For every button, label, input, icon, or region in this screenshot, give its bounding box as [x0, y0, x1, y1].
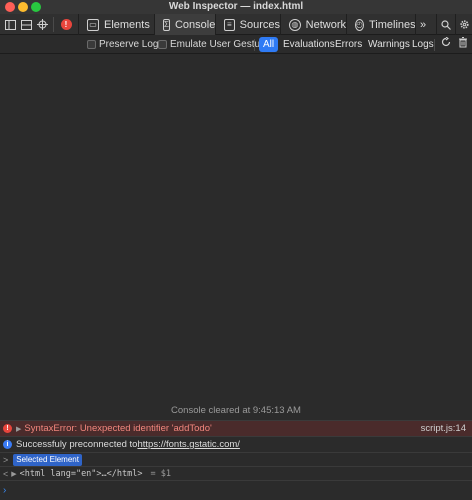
elements-icon: ▭: [87, 18, 99, 31]
trash-icon[interactable]: [456, 37, 470, 52]
tab-timelines[interactable]: ◴ Timelines: [346, 14, 416, 35]
tab-bar: ! ▭ Elements Σ Console ≡ Sources ◍ Netwo…: [0, 14, 472, 35]
info-icon: i: [3, 440, 12, 449]
console-element-output[interactable]: < ▶ <html lang="en">…</html> = $1: [0, 466, 472, 480]
gear-icon[interactable]: [455, 14, 472, 35]
input-chevron-icon: >: [3, 454, 9, 465]
preserve-log-checkbox[interactable]: [87, 40, 96, 49]
filter-evaluations-button[interactable]: Evaluations: [279, 37, 339, 52]
error-source-link[interactable]: script.js:14: [421, 423, 466, 434]
console-info-message: i Successfuly preconnected to https://fo…: [0, 436, 472, 452]
search-icon[interactable]: [436, 14, 454, 35]
disclosure-triangle-icon[interactable]: ▶: [16, 425, 21, 433]
emulate-user-gesture-checkbox[interactable]: [158, 40, 167, 49]
selected-element-badge: Selected Element: [13, 453, 82, 466]
filter-all-button[interactable]: All: [259, 37, 279, 52]
dock-side-icon[interactable]: [2, 14, 18, 35]
tab-network[interactable]: ◍ Network: [280, 14, 346, 35]
overflow-icon: »: [420, 18, 427, 31]
preconnect-link[interactable]: https://fonts.gstatic.com/: [137, 439, 239, 450]
element-variable: = $1: [150, 468, 171, 479]
prompt-chevron-icon: ›: [3, 485, 7, 496]
error-icon: !: [3, 424, 12, 433]
tab-elements[interactable]: ▭ Elements: [78, 14, 154, 35]
console-cleared-message: Console cleared at 9:45:13 AM: [171, 405, 301, 416]
expand-triangle-icon[interactable]: ▶: [11, 470, 16, 478]
title-bar: Web Inspector — index.html: [0, 0, 472, 14]
network-icon: ◍: [289, 18, 301, 31]
tab-sources[interactable]: ≡ Sources: [215, 14, 280, 35]
tab-overflow[interactable]: »: [415, 14, 434, 35]
error-text: SyntaxError: Unexpected identifier 'addT…: [24, 423, 212, 434]
reload-icon[interactable]: [439, 36, 453, 52]
sources-icon: ≡: [224, 18, 235, 31]
filter-warnings-button[interactable]: Warnings: [364, 37, 414, 52]
filter-errors-button[interactable]: Errors: [331, 37, 366, 52]
error-indicator[interactable]: !: [58, 14, 74, 35]
console-filter-bar: Preserve Log Emulate User Gesture All Ev…: [0, 35, 472, 54]
dock-bottom-icon[interactable]: [18, 14, 34, 35]
preserve-log-label[interactable]: Preserve Log: [99, 35, 158, 54]
element-picker-icon[interactable]: [34, 14, 50, 35]
output-chevron-icon: <: [3, 468, 9, 479]
tab-console[interactable]: Σ Console: [154, 14, 215, 35]
timelines-icon: ◴: [355, 18, 364, 31]
html-element-node[interactable]: <html lang="en">…</html>: [20, 469, 143, 479]
console-selected-element-row: > Selected Element: [0, 452, 472, 466]
console-error-message[interactable]: ! ▶ SyntaxError: Unexpected identifier '…: [0, 420, 472, 436]
window-title: Web Inspector — index.html: [168, 1, 304, 12]
console-log-area: [0, 55, 472, 420]
console-prompt[interactable]: ›: [0, 480, 472, 500]
error-count-icon: !: [60, 19, 72, 30]
console-icon: Σ: [163, 18, 170, 31]
info-text: Successfuly preconnected to: [16, 439, 138, 450]
